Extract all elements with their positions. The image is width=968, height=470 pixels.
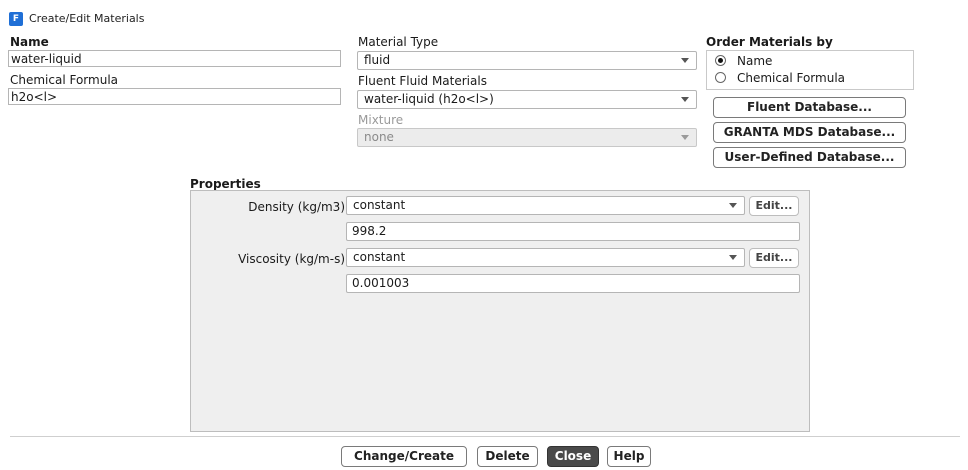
user-defined-database-button[interactable]: User-Defined Database... xyxy=(713,147,906,168)
footer-divider xyxy=(10,436,960,437)
material-type-label: Material Type xyxy=(358,35,439,49)
viscosity-edit-button[interactable]: Edit... xyxy=(749,248,799,268)
order-by-chemical-formula-label: Chemical Formula xyxy=(737,71,846,85)
app-icon: F xyxy=(9,12,23,26)
order-by-name-label: Name xyxy=(737,54,773,68)
mixture-label: Mixture xyxy=(358,113,404,127)
change-create-button[interactable]: Change/Create xyxy=(341,446,467,467)
window-title: Create/Edit Materials xyxy=(29,12,145,25)
order-by-name-radio[interactable] xyxy=(715,55,726,66)
chevron-down-icon xyxy=(729,255,737,260)
chevron-down-icon xyxy=(729,203,737,208)
mixture-value: none xyxy=(364,130,394,144)
density-method-dropdown[interactable]: constant xyxy=(346,196,745,215)
chevron-down-icon xyxy=(681,58,689,63)
name-input[interactable]: water-liquid xyxy=(8,50,341,67)
fluent-database-button[interactable]: Fluent Database... xyxy=(713,97,906,118)
chevron-down-icon xyxy=(681,135,689,140)
order-by-label: Order Materials by xyxy=(706,35,833,49)
fluent-fluid-materials-label: Fluent Fluid Materials xyxy=(358,74,487,88)
chemical-formula-label: Chemical Formula xyxy=(10,73,119,87)
viscosity-value-field[interactable]: 0.001003 xyxy=(346,274,800,293)
density-value-field[interactable]: 998.2 xyxy=(346,222,800,241)
chemical-formula-input[interactable]: h2o<l> xyxy=(8,88,341,105)
close-button[interactable]: Close xyxy=(547,446,599,467)
properties-label: Properties xyxy=(190,177,261,191)
density-label: Density (kg/m3) xyxy=(248,200,345,214)
viscosity-method-value: constant xyxy=(353,250,406,264)
granta-mds-database-button[interactable]: GRANTA MDS Database... xyxy=(713,122,906,143)
viscosity-method-dropdown[interactable]: constant xyxy=(346,248,745,267)
density-edit-button[interactable]: Edit... xyxy=(749,196,799,216)
density-method-value: constant xyxy=(353,198,406,212)
viscosity-label: Viscosity (kg/m-s) xyxy=(238,252,345,266)
chevron-down-icon xyxy=(681,97,689,102)
mixture-dropdown: none xyxy=(357,128,697,147)
help-button[interactable]: Help xyxy=(607,446,651,467)
material-type-dropdown[interactable]: fluid xyxy=(357,51,697,70)
fluent-fluid-materials-dropdown[interactable]: water-liquid (h2o<l>) xyxy=(357,90,697,109)
material-type-value: fluid xyxy=(364,53,391,67)
order-by-chemical-formula-radio[interactable] xyxy=(715,72,726,83)
fluent-fluid-materials-value: water-liquid (h2o<l>) xyxy=(364,92,494,106)
delete-button[interactable]: Delete xyxy=(477,446,538,467)
name-label: Name xyxy=(10,35,49,49)
